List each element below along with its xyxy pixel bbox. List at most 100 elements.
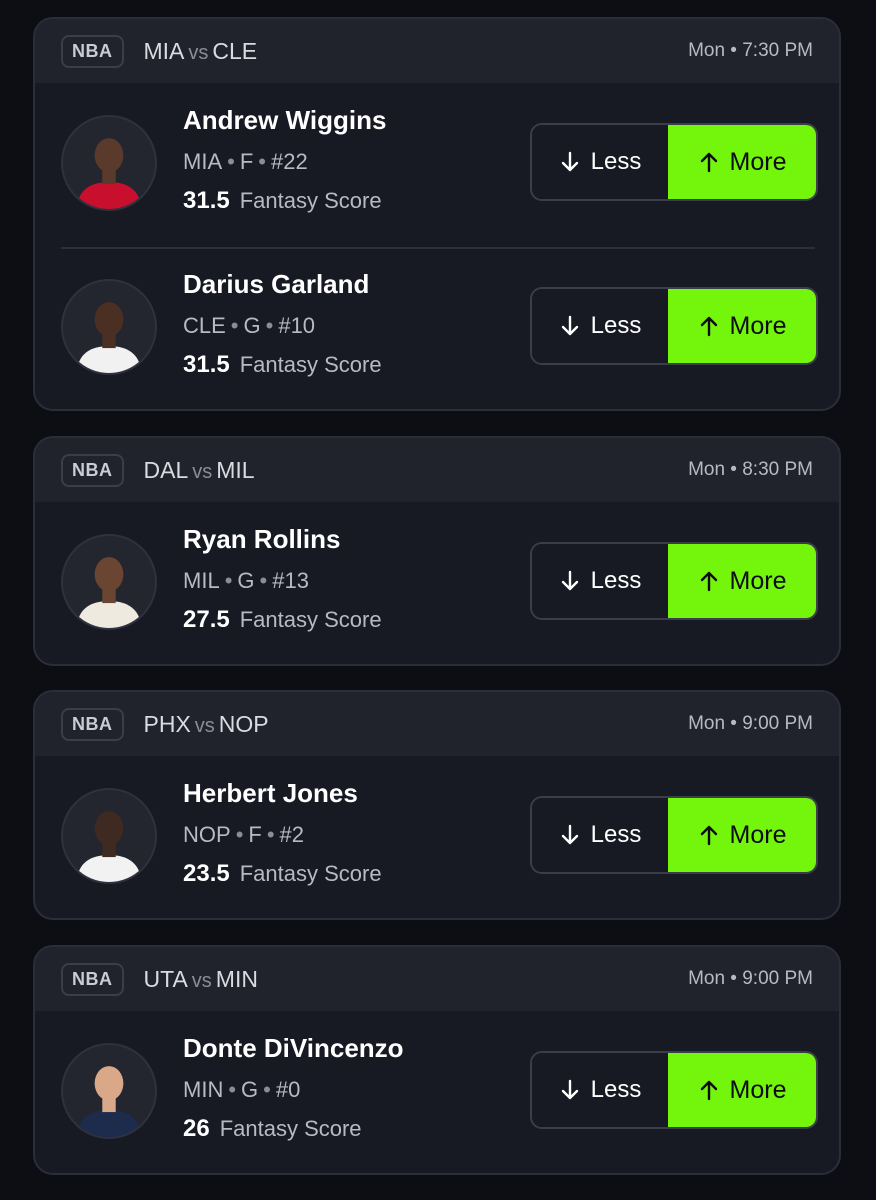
more-button[interactable]: More bbox=[668, 1053, 816, 1127]
home-team: NOP bbox=[218, 710, 269, 737]
player-name: Donte DiVincenzo bbox=[183, 1033, 404, 1063]
away-team: MIA bbox=[143, 37, 185, 64]
vs-label: vs bbox=[194, 714, 215, 737]
more-button[interactable]: More bbox=[668, 125, 816, 199]
home-team: CLE bbox=[212, 37, 258, 64]
player-info: Herbert Jones NOP • F • #2 23.5 Fantasy Score bbox=[183, 778, 382, 890]
projection-line: 31.5 Fantasy Score bbox=[183, 351, 382, 381]
game-card: NBA UTA vs MIN Mon • 9:00 PM Donte DiVince… bbox=[33, 945, 841, 1175]
head-shape bbox=[94, 138, 124, 173]
separator-dot: • bbox=[227, 149, 235, 174]
head-shape bbox=[94, 557, 124, 592]
player-headshot bbox=[76, 302, 142, 373]
pick-buttons: Less More bbox=[530, 1051, 818, 1129]
less-button[interactable]: Less bbox=[532, 125, 668, 199]
less-label: Less bbox=[590, 821, 642, 848]
game-card: NBA MIA vs CLE Mon • 7:30 PM Andrew Wiggin… bbox=[33, 17, 841, 411]
vs-label: vs bbox=[192, 460, 213, 483]
matchup: MIA vs CLE bbox=[144, 38, 258, 65]
player-number: #0 bbox=[275, 1077, 301, 1102]
player-number: #13 bbox=[272, 568, 309, 593]
arrow-down-icon bbox=[559, 823, 581, 847]
jersey-shape bbox=[76, 601, 142, 628]
less-button[interactable]: Less bbox=[532, 544, 668, 618]
player-headshot bbox=[76, 811, 142, 882]
line-stat: Fantasy Score bbox=[239, 352, 382, 377]
arrow-up-icon bbox=[698, 1078, 720, 1102]
player-info: Ryan Rollins MIL • G • #13 27.5 Fantasy Score bbox=[183, 524, 382, 636]
separator-dot: • bbox=[265, 313, 274, 338]
player-team: NOP bbox=[183, 822, 231, 847]
player-name: Darius Garland bbox=[183, 269, 370, 299]
less-label: Less bbox=[590, 312, 642, 339]
player-avatar bbox=[61, 534, 157, 630]
game-time: Mon • 9:00 PM bbox=[688, 713, 813, 734]
player-number: #10 bbox=[278, 313, 316, 338]
player-row[interactable]: Donte DiVincenzo MIN • G • #0 26 Fantasy Scor… bbox=[35, 1011, 839, 1173]
projection-line: 31.5 Fantasy Score bbox=[183, 187, 386, 217]
player-avatar bbox=[61, 279, 157, 375]
player-info: Darius Garland CLE • G • #10 31.5 Fantasy Sco… bbox=[183, 269, 382, 381]
arrow-down-icon bbox=[559, 1078, 581, 1102]
more-button[interactable]: More bbox=[668, 798, 816, 872]
matchup: DAL vs MIL bbox=[144, 457, 255, 484]
line-value: 23.5 bbox=[183, 860, 230, 887]
jersey-shape bbox=[76, 855, 142, 882]
player-headshot bbox=[76, 138, 142, 209]
player-row[interactable]: Darius Garland CLE • G • #10 31.5 Fantasy Sco… bbox=[35, 247, 839, 409]
game-header: NBA UTA vs MIN Mon • 9:00 PM bbox=[35, 947, 839, 1011]
player-position: G bbox=[243, 313, 261, 338]
player-position: G bbox=[237, 568, 255, 593]
away-team: PHX bbox=[143, 710, 191, 737]
player-meta: MIN • G • #0 bbox=[183, 1077, 404, 1105]
less-label: Less bbox=[590, 148, 642, 175]
line-value: 31.5 bbox=[183, 351, 230, 378]
separator-dot: • bbox=[259, 568, 268, 593]
player-name: Ryan Rollins bbox=[183, 524, 341, 554]
separator-dot: • bbox=[228, 1077, 237, 1102]
pick-buttons: Less More bbox=[530, 287, 818, 365]
player-headshot bbox=[76, 557, 142, 628]
pick-buttons: Less More bbox=[530, 123, 818, 201]
vs-label: vs bbox=[188, 41, 209, 64]
more-label: More bbox=[729, 311, 787, 340]
player-avatar bbox=[61, 788, 157, 884]
game-header: NBA MIA vs CLE Mon • 7:30 PM bbox=[35, 19, 839, 83]
game-header: NBA PHX vs NOP Mon • 9:00 PM bbox=[35, 692, 839, 756]
player-team: MIA bbox=[183, 149, 223, 174]
player-position: G bbox=[241, 1077, 259, 1102]
player-position: F bbox=[239, 149, 254, 174]
league-badge: NBA bbox=[61, 962, 124, 996]
player-row[interactable]: Herbert Jones NOP • F • #2 23.5 Fantasy Score… bbox=[35, 756, 839, 918]
separator-dot: • bbox=[235, 822, 244, 847]
arrow-down-icon bbox=[559, 314, 581, 338]
less-button[interactable]: Less bbox=[532, 289, 668, 363]
vs-label: vs bbox=[191, 969, 212, 992]
player-row[interactable]: Ryan Rollins MIL • G • #13 27.5 Fantasy Score… bbox=[35, 502, 839, 664]
head-shape bbox=[94, 1066, 124, 1101]
player-number: #22 bbox=[270, 149, 308, 174]
less-button[interactable]: Less bbox=[532, 798, 668, 872]
line-value: 26 bbox=[183, 1115, 210, 1142]
player-headshot bbox=[76, 1066, 142, 1137]
jersey-shape bbox=[76, 182, 142, 209]
more-button[interactable]: More bbox=[668, 544, 816, 618]
home-team: MIN bbox=[215, 965, 258, 992]
more-label: More bbox=[729, 820, 787, 849]
more-label: More bbox=[729, 1075, 787, 1104]
separator-dot: • bbox=[266, 822, 275, 847]
line-stat: Fantasy Score bbox=[219, 1116, 362, 1141]
less-button[interactable]: Less bbox=[532, 1053, 668, 1127]
league-badge: NBA bbox=[61, 453, 124, 487]
projection-line: 26 Fantasy Score bbox=[183, 1115, 404, 1145]
more-button[interactable]: More bbox=[668, 289, 816, 363]
line-stat: Fantasy Score bbox=[239, 607, 382, 632]
projection-line: 23.5 Fantasy Score bbox=[183, 860, 382, 890]
player-info: Donte DiVincenzo MIN • G • #0 26 Fantasy Scor… bbox=[183, 1033, 404, 1145]
league-badge: NBA bbox=[61, 707, 124, 741]
player-name: Herbert Jones bbox=[183, 778, 358, 808]
line-value: 27.5 bbox=[183, 606, 230, 633]
player-meta: CLE • G • #10 bbox=[183, 313, 382, 341]
matchup: PHX vs NOP bbox=[144, 711, 269, 738]
player-row[interactable]: Andrew Wiggins MIA • F • #22 31.5 Fantasy Sco… bbox=[35, 83, 839, 247]
